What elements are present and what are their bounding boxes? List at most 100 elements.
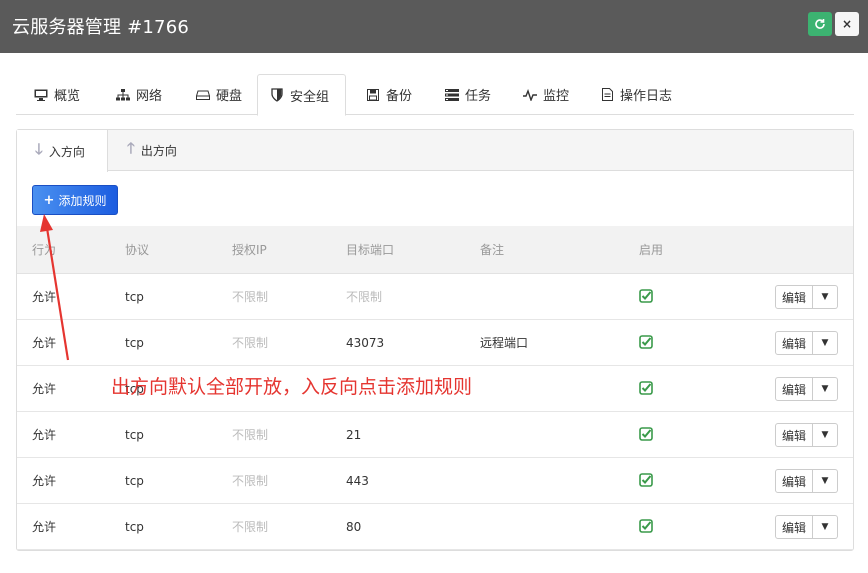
- tab-label: 监控: [543, 89, 570, 104]
- caret-down-icon: ▼: [821, 338, 829, 348]
- cell-port: 21: [346, 428, 362, 442]
- save-icon: [366, 88, 380, 102]
- header-action: 行为: [32, 243, 57, 257]
- refresh-icon: [815, 19, 825, 29]
- tab-outbound[interactable]: 🡑 出方向: [127, 130, 177, 171]
- window-title: 云服务器管理 #1766: [12, 17, 190, 38]
- edit-button-group: 编辑 ▼: [775, 377, 838, 401]
- pulse-icon: [523, 88, 537, 102]
- check-icon: [639, 519, 653, 533]
- tab-tasks[interactable]: 任务: [433, 74, 503, 115]
- dropdown-toggle[interactable]: ▼: [813, 285, 838, 309]
- tab-operation-log[interactable]: 操作日志: [588, 74, 684, 115]
- check-icon: [639, 473, 653, 487]
- cell-port: 43073: [346, 336, 385, 350]
- check-icon: [639, 335, 653, 349]
- cell-note: 远程端口: [480, 336, 529, 350]
- cell-protocol: tcp: [125, 290, 144, 304]
- tasks-icon: [445, 88, 459, 102]
- check-icon: [639, 427, 653, 441]
- edit-button[interactable]: 编辑: [775, 331, 813, 355]
- tab-label: 入方向: [48, 144, 85, 159]
- tab-label: 网络: [136, 89, 163, 104]
- header-ip: 授权IP: [232, 243, 267, 257]
- cell-action: 允许: [32, 290, 57, 304]
- tab-security-group[interactable]: 安全组: [257, 74, 346, 116]
- header-protocol: 协议: [125, 243, 150, 257]
- caret-down-icon: ▼: [821, 522, 829, 532]
- dropdown-toggle[interactable]: ▼: [813, 515, 838, 539]
- edit-button[interactable]: 编辑: [775, 469, 813, 493]
- tab-inbound[interactable]: 🡓 入方向: [17, 130, 108, 172]
- arrow-up-icon: 🡑: [127, 139, 135, 157]
- file-icon: [600, 88, 614, 102]
- check-icon: [639, 289, 653, 303]
- edit-button[interactable]: 编辑: [775, 423, 813, 447]
- cell-ip: 不限制: [232, 428, 269, 442]
- cell-ip: 不限制: [232, 336, 269, 350]
- caret-down-icon: ▼: [821, 476, 829, 486]
- add-rule-label: 添加规则: [58, 193, 107, 208]
- cell-action: 允许: [32, 474, 57, 488]
- edit-button[interactable]: 编辑: [775, 515, 813, 539]
- refresh-button[interactable]: [808, 12, 832, 36]
- header-enabled: 启用: [639, 243, 664, 257]
- main-tabs: 概览 网络 硬盘 安全组 备份 任务 监控 操作日志: [16, 74, 854, 116]
- check-icon: [639, 381, 653, 395]
- close-icon: ×: [841, 17, 853, 31]
- caret-down-icon: ▼: [821, 384, 829, 394]
- shield-icon: [270, 88, 284, 102]
- header-port: 目标端口: [346, 243, 395, 257]
- cell-ip: 不限制: [232, 520, 269, 534]
- cell-protocol: tcp: [125, 520, 144, 534]
- cell-action: 允许: [32, 336, 57, 350]
- edit-button[interactable]: 编辑: [775, 285, 813, 309]
- tab-label: 操作日志: [620, 89, 673, 104]
- tab-monitor[interactable]: 监控: [511, 74, 581, 115]
- annotation-text: 出方向默认全部开放，入反向点击添加规则: [111, 376, 473, 398]
- dropdown-toggle[interactable]: ▼: [813, 469, 838, 493]
- table-row: 允许 tcp 不限制 80 编辑 ▼: [17, 504, 853, 550]
- tab-label: 概览: [54, 89, 81, 104]
- tab-network[interactable]: 网络: [104, 74, 174, 115]
- network-icon: [116, 88, 130, 102]
- table-row: 允许 tcp 不限制 443 编辑 ▼: [17, 458, 853, 504]
- tab-label: 出方向: [140, 144, 177, 158]
- dropdown-toggle[interactable]: ▼: [813, 377, 838, 401]
- cell-action: 允许: [32, 520, 57, 534]
- cell-ip: 不限制: [232, 474, 269, 488]
- arrow-down-icon: 🡓: [35, 139, 43, 158]
- tab-label: 备份: [386, 89, 413, 104]
- edit-button-group: 编辑 ▼: [775, 423, 838, 447]
- tab-overview[interactable]: 概览: [22, 74, 92, 115]
- monitor-icon: [34, 88, 48, 102]
- table-header: 行为 协议 授权IP 目标端口 备注 启用: [17, 226, 853, 274]
- cell-port: 不限制: [346, 290, 383, 304]
- edit-button-group: 编辑 ▼: [775, 285, 838, 309]
- cell-protocol: tcp: [125, 474, 144, 488]
- add-rule-button[interactable]: + 添加规则: [32, 185, 118, 215]
- disk-icon: [196, 88, 210, 102]
- cell-protocol: tcp: [125, 336, 144, 350]
- cell-ip: 不限制: [232, 290, 269, 304]
- edit-button-group: 编辑 ▼: [775, 331, 838, 355]
- header-note: 备注: [480, 243, 505, 257]
- dropdown-toggle[interactable]: ▼: [813, 331, 838, 355]
- edit-button-group: 编辑 ▼: [775, 515, 838, 539]
- caret-down-icon: ▼: [821, 292, 829, 302]
- table-row: 允许 tcp 不限制 不限制 编辑 ▼: [17, 274, 853, 320]
- titlebar: 云服务器管理 #1766 ×: [0, 0, 868, 53]
- dropdown-toggle[interactable]: ▼: [813, 423, 838, 447]
- tab-backup[interactable]: 备份: [354, 74, 424, 115]
- cell-action: 允许: [32, 382, 57, 396]
- edit-button[interactable]: 编辑: [775, 377, 813, 401]
- tab-label: 任务: [465, 89, 492, 104]
- close-button[interactable]: ×: [835, 12, 859, 36]
- tab-disk[interactable]: 硬盘: [184, 74, 254, 115]
- table-row: 允许 tcp 不限制 43073 远程端口 编辑 ▼: [17, 320, 853, 366]
- tab-label: 硬盘: [216, 89, 243, 104]
- caret-down-icon: ▼: [821, 430, 829, 440]
- direction-tabs: 🡓 入方向 🡑 出方向: [17, 130, 853, 172]
- cell-port: 443: [346, 474, 369, 488]
- cell-protocol: tcp: [125, 428, 144, 442]
